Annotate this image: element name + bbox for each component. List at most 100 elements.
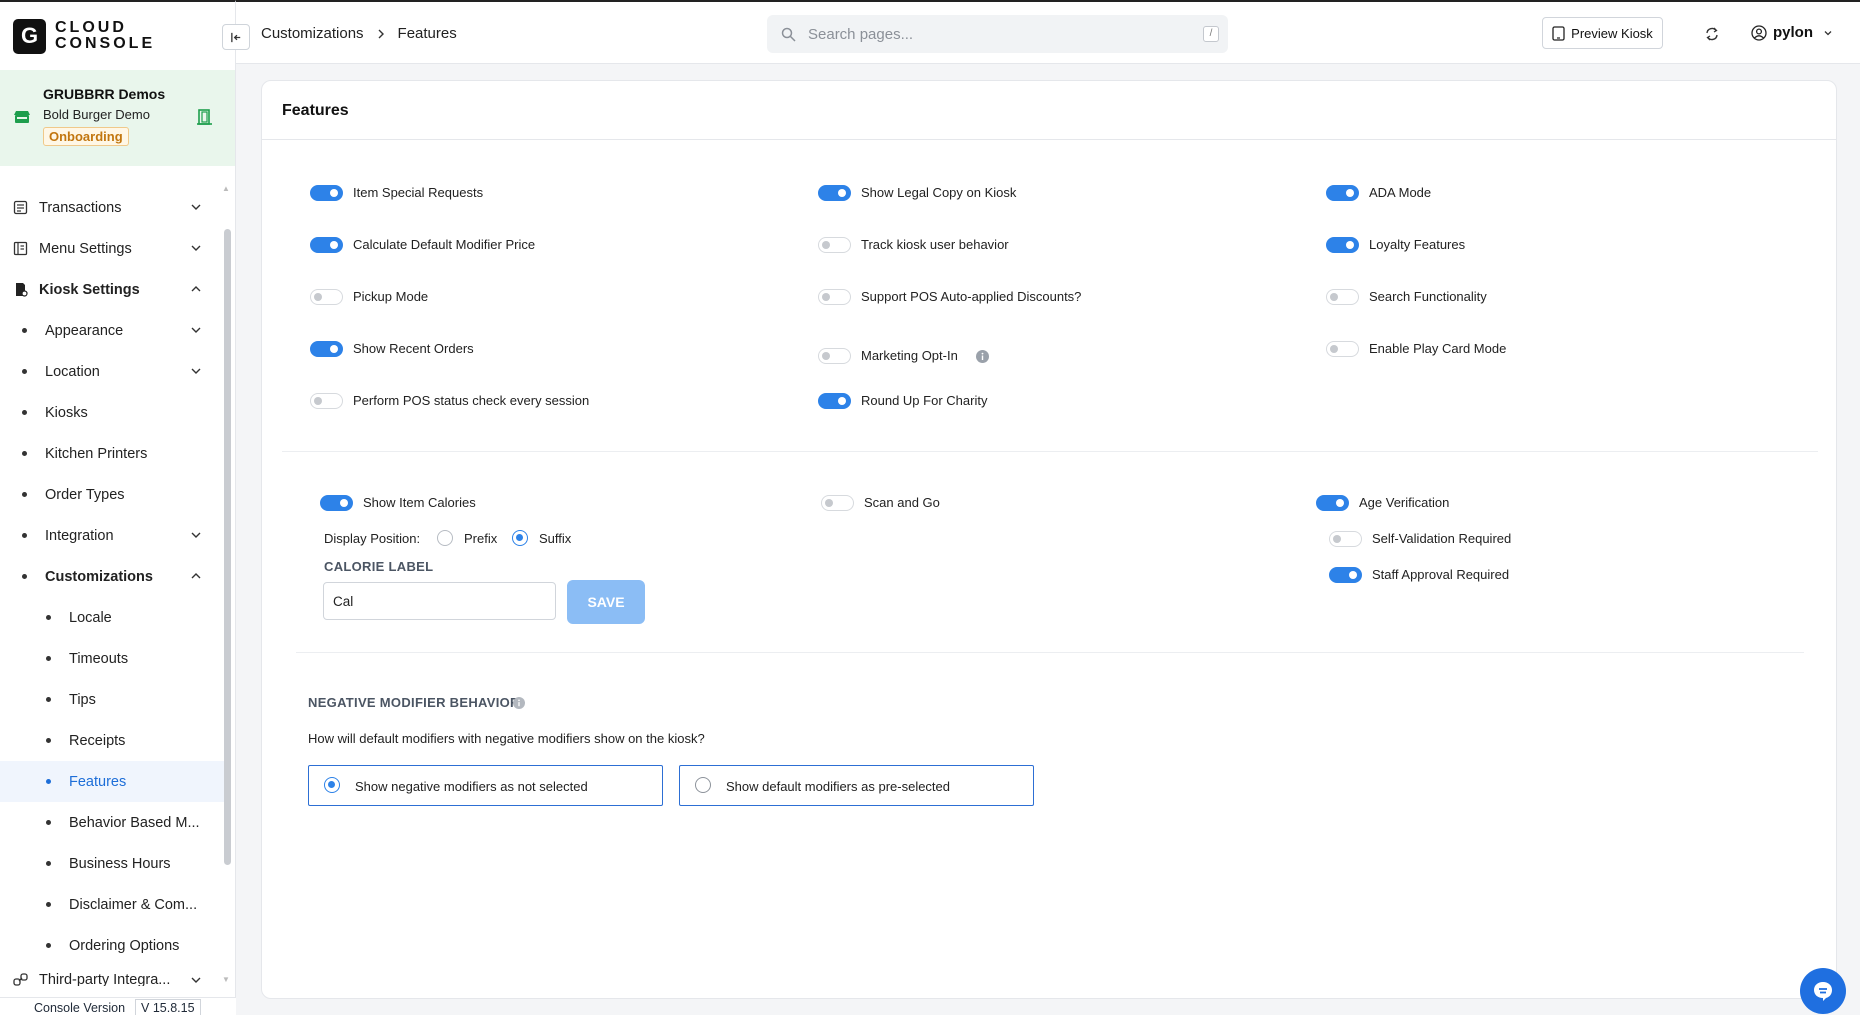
sidebar-item-label: Kiosks	[45, 404, 88, 421]
breadcrumb: Customizations Features	[261, 25, 457, 42]
radio-option-1[interactable]	[324, 777, 340, 793]
sidebar-item-label: Locale	[69, 609, 112, 626]
radio-prefix[interactable]	[437, 530, 453, 546]
radio-suffix[interactable]	[512, 530, 528, 546]
sidebar-item-transactions[interactable]: Transactions	[0, 187, 224, 228]
chat-button[interactable]	[1800, 968, 1846, 1014]
toggle-label: Enable Play Card Mode	[1369, 341, 1507, 356]
save-button[interactable]: SAVE	[567, 580, 645, 624]
sidebar-item-features[interactable]: Features	[0, 761, 224, 802]
sidebar-item-label: Business Hours	[69, 855, 171, 872]
preview-kiosk-button[interactable]: Preview Kiosk	[1542, 17, 1663, 49]
toggle-age-verification[interactable]	[1316, 495, 1349, 511]
sidebar-item-locale[interactable]: Locale	[0, 597, 224, 638]
toggle-label: Show Item Calories	[363, 495, 476, 510]
toggle-show-legal-copy[interactable]	[818, 185, 851, 201]
user-icon	[1751, 24, 1767, 41]
sidebar-item-receipts[interactable]: Receipts	[0, 720, 224, 761]
toggle-staff-approval-required[interactable]	[1329, 567, 1362, 583]
toggle-pos-auto-discounts[interactable]	[818, 289, 851, 305]
toggle-label: ADA Mode	[1369, 185, 1432, 200]
toggle-calculate-default-modifier-price[interactable]	[310, 237, 343, 253]
toggle-self-validation-required[interactable]	[1329, 531, 1362, 547]
toggle-track-kiosk-user-behavior[interactable]	[818, 237, 851, 253]
sidebar-item-kitchen-printers[interactable]: Kitchen Printers	[0, 433, 224, 474]
scroll-down-arrow[interactable]: ▼	[222, 975, 230, 984]
sidebar-item-appearance[interactable]: Appearance	[0, 310, 224, 351]
chevron-down-icon	[191, 532, 201, 538]
toggle-marketing-opt-in[interactable]	[818, 348, 851, 364]
bullet-icon	[46, 738, 51, 743]
toggle-label: Loyalty Features	[1369, 237, 1466, 252]
toggle-label: Age Verification	[1359, 495, 1450, 510]
toggle-label: Round Up For Charity	[861, 393, 988, 408]
door-icon[interactable]	[197, 109, 212, 125]
bullet-icon	[22, 533, 27, 538]
kiosk-icon	[16, 283, 28, 297]
toggle-scan-and-go[interactable]	[821, 495, 854, 511]
store-icon	[14, 111, 30, 123]
sidebar-item-label: Kiosk Settings	[39, 281, 140, 298]
sidebar-item-third-party[interactable]: Third-party Integra...	[0, 966, 224, 986]
brand-line1: CLOUD	[55, 19, 127, 36]
chat-icon	[1814, 982, 1832, 1001]
toggle-pos-status-check[interactable]	[310, 393, 343, 409]
brand[interactable]: G CLOUD CONSOLE	[0, 2, 235, 70]
bullet-icon	[46, 820, 51, 825]
features-card: Features Item Special Requests Calculate…	[261, 80, 1837, 999]
collapse-sidebar-button[interactable]	[222, 24, 250, 50]
sidebar-item-menu-settings[interactable]: Menu Settings	[0, 228, 224, 269]
info-icon[interactable]	[513, 697, 525, 709]
toggle-round-up-for-charity[interactable]	[818, 393, 851, 409]
toggle-search-functionality[interactable]	[1326, 289, 1359, 305]
bullet-icon	[46, 615, 51, 620]
sidebar-item-integration[interactable]: Integration	[0, 515, 224, 556]
sidebar-item-order-types[interactable]: Order Types	[0, 474, 224, 515]
breadcrumb-customizations[interactable]: Customizations	[261, 25, 364, 42]
sidebar-item-behavior-based[interactable]: Behavior Based M...	[0, 802, 224, 843]
sidebar-item-label: Features	[69, 773, 127, 790]
sidebar-item-tips[interactable]: Tips	[0, 679, 224, 720]
bullet-icon	[46, 861, 51, 866]
toggle-show-item-calories[interactable]	[320, 495, 353, 511]
toggle-label: Scan and Go	[864, 495, 940, 510]
option-show-negative-not-selected[interactable]: Show negative modifiers as not selected	[308, 765, 663, 806]
chevron-right-icon	[378, 29, 384, 38]
calorie-label-input[interactable]	[323, 582, 556, 620]
toggle-show-recent-orders[interactable]	[310, 341, 343, 357]
org-switcher[interactable]: GRUBBRR Demos Bold Burger Demo Onboardin…	[0, 70, 235, 166]
bullet-icon	[46, 902, 51, 907]
sidebar-item-kiosks[interactable]: Kiosks	[0, 392, 224, 433]
toggle-pickup-mode[interactable]	[310, 289, 343, 305]
sidebar-item-business-hours[interactable]: Business Hours	[0, 843, 224, 884]
breadcrumb-features: Features	[397, 25, 457, 42]
refresh-icon[interactable]	[1704, 26, 1720, 42]
sidebar-scrollbar[interactable]	[224, 229, 231, 865]
version-value: V 15.8.15	[135, 998, 201, 1015]
sidebar-item-timeouts[interactable]: Timeouts	[0, 638, 224, 679]
collapse-icon	[231, 32, 241, 43]
tablet-icon	[1552, 25, 1565, 41]
toggle-play-card-mode[interactable]	[1326, 341, 1359, 357]
sidebar-item-label: Customizations	[45, 568, 153, 585]
search-input[interactable]	[808, 25, 1188, 43]
chevron-up-icon	[191, 286, 201, 292]
sidebar-item-location[interactable]: Location	[0, 351, 224, 392]
radio-prefix-label: Prefix	[464, 531, 498, 546]
sidebar-item-disclaimer[interactable]: Disclaimer & Com...	[0, 884, 224, 925]
toggle-loyalty-features[interactable]	[1326, 237, 1359, 253]
info-icon[interactable]	[976, 350, 989, 363]
scroll-up-arrow[interactable]: ▲	[222, 184, 230, 193]
sidebar-item-kiosk-settings[interactable]: Kiosk Settings	[0, 269, 224, 310]
radio-option-2[interactable]	[695, 777, 711, 793]
bullet-icon	[22, 410, 27, 415]
toggle-item-special-requests[interactable]	[310, 185, 343, 201]
chevron-down-icon	[1824, 30, 1832, 35]
user-menu[interactable]: pylon	[1751, 24, 1833, 41]
search-bar[interactable]: /	[767, 15, 1228, 53]
option-show-default-preselected[interactable]: Show default modifiers as pre-selected	[679, 765, 1034, 806]
sidebar-item-ordering-options[interactable]: Ordering Options	[0, 925, 224, 966]
sidebar-item-customizations[interactable]: Customizations	[0, 556, 224, 597]
option-label: Show default modifiers as pre-selected	[726, 779, 951, 794]
toggle-ada-mode[interactable]	[1326, 185, 1359, 201]
